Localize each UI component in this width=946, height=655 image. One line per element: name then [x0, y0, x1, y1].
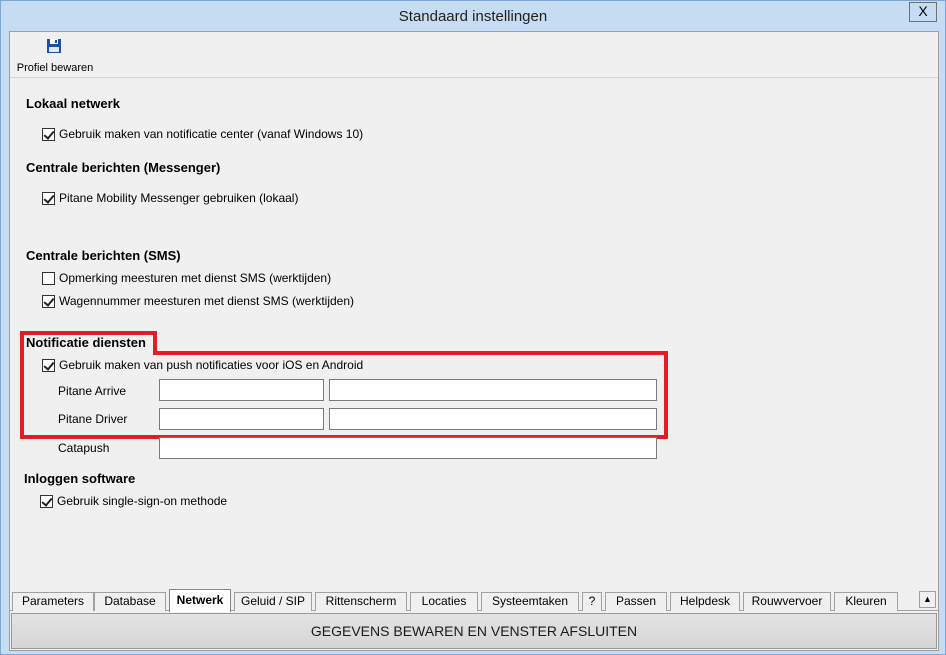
window-title: Standaard instellingen [398, 8, 548, 25]
title-bar: Standaard instellingen X [1, 1, 945, 31]
tab-locaties[interactable]: Locaties [410, 592, 478, 611]
notification-center-option[interactable]: Gebruik maken van notificatie center (va… [42, 126, 363, 142]
section-title-login: Inloggen software [24, 471, 136, 486]
highlight-title-gap [24, 350, 153, 355]
sms-vehicle-option[interactable]: Wagennummer meesturen met dienst SMS (we… [42, 293, 354, 309]
tab-rouwvervoer[interactable]: Rouwvervoer [743, 592, 831, 611]
tab-scroll-up-icon[interactable]: ▲ [919, 591, 936, 608]
settings-window: Standaard instellingen X Profiel bewaren… [0, 0, 946, 655]
sso-checkbox[interactable] [40, 494, 53, 508]
sms-remark-option[interactable]: Opmerking meesturen met dienst SMS (werk… [42, 270, 331, 286]
save-profile-label: Profiel bewaren [16, 62, 94, 74]
sso-option[interactable]: Gebruik single-sign-on methode [40, 493, 227, 509]
pitane-driver-label: Pitane Driver [58, 412, 128, 426]
tab-help[interactable]: ? [582, 592, 602, 611]
pitane-driver-key-input[interactable] [159, 408, 324, 430]
tab-passen[interactable]: Passen [605, 592, 667, 611]
toolbar: Profiel bewaren [10, 32, 938, 78]
sms-vehicle-label: Wagennummer meesturen met dienst SMS (we… [59, 294, 354, 308]
sms-remark-label: Opmerking meesturen met dienst SMS (werk… [59, 271, 332, 285]
pitane-arrive-label: Pitane Arrive [58, 384, 127, 398]
tab-netwerk[interactable]: Netwerk [169, 589, 231, 612]
notification-center-label: Gebruik maken van notificatie center (va… [59, 127, 364, 141]
save-and-close-button[interactable]: GEGEVENS BEWAREN EN VENSTER AFSLUITEN [11, 613, 937, 649]
close-button[interactable]: X [909, 2, 937, 22]
floppy-disk-icon [47, 39, 61, 53]
messenger-label: Pitane Mobility Messenger gebruiken (lok… [59, 191, 299, 205]
push-notifications-option[interactable]: Gebruik maken van push notificaties voor… [42, 357, 363, 373]
section-title-sms: Centrale berichten (SMS) [26, 248, 181, 263]
push-notifications-label: Gebruik maken van push notificaties voor… [59, 358, 364, 372]
tab-database[interactable]: Database [94, 592, 166, 611]
section-title-messenger: Centrale berichten (Messenger) [26, 160, 221, 175]
sso-label: Gebruik single-sign-on methode [57, 494, 228, 508]
notification-center-checkbox[interactable] [42, 127, 55, 141]
push-notifications-checkbox[interactable] [42, 358, 55, 372]
catapush-input[interactable] [159, 437, 657, 459]
client-area: Profiel bewaren Lokaal netwerk Gebruik m… [9, 31, 939, 651]
tab-rittenscherm[interactable]: Rittenscherm [315, 592, 407, 611]
sms-remark-checkbox[interactable] [42, 271, 55, 285]
tab-systeemtaken[interactable]: Systeemtaken [481, 592, 579, 611]
save-profile-button[interactable]: Profiel bewaren [14, 35, 96, 75]
sms-vehicle-checkbox[interactable] [42, 294, 55, 308]
pitane-arrive-key-input[interactable] [159, 379, 324, 401]
pitane-arrive-secret-input[interactable] [329, 379, 657, 401]
catapush-label: Catapush [58, 441, 110, 455]
pitane-driver-secret-input[interactable] [329, 408, 657, 430]
messenger-option[interactable]: Pitane Mobility Messenger gebruiken (lok… [42, 190, 298, 206]
tab-parameters[interactable]: Parameters [12, 592, 94, 611]
tab-geluid-sip[interactable]: Geluid / SIP [234, 592, 312, 611]
section-title-local-network: Lokaal netwerk [26, 96, 120, 111]
tab-kleuren[interactable]: Kleuren [834, 592, 898, 611]
messenger-checkbox[interactable] [42, 191, 55, 205]
tab-helpdesk[interactable]: Helpdesk [670, 592, 740, 611]
section-title-notifications: Notificatie diensten [26, 335, 146, 350]
tab-bar: Parameters Database Netwerk Geluid / SIP… [10, 589, 938, 612]
